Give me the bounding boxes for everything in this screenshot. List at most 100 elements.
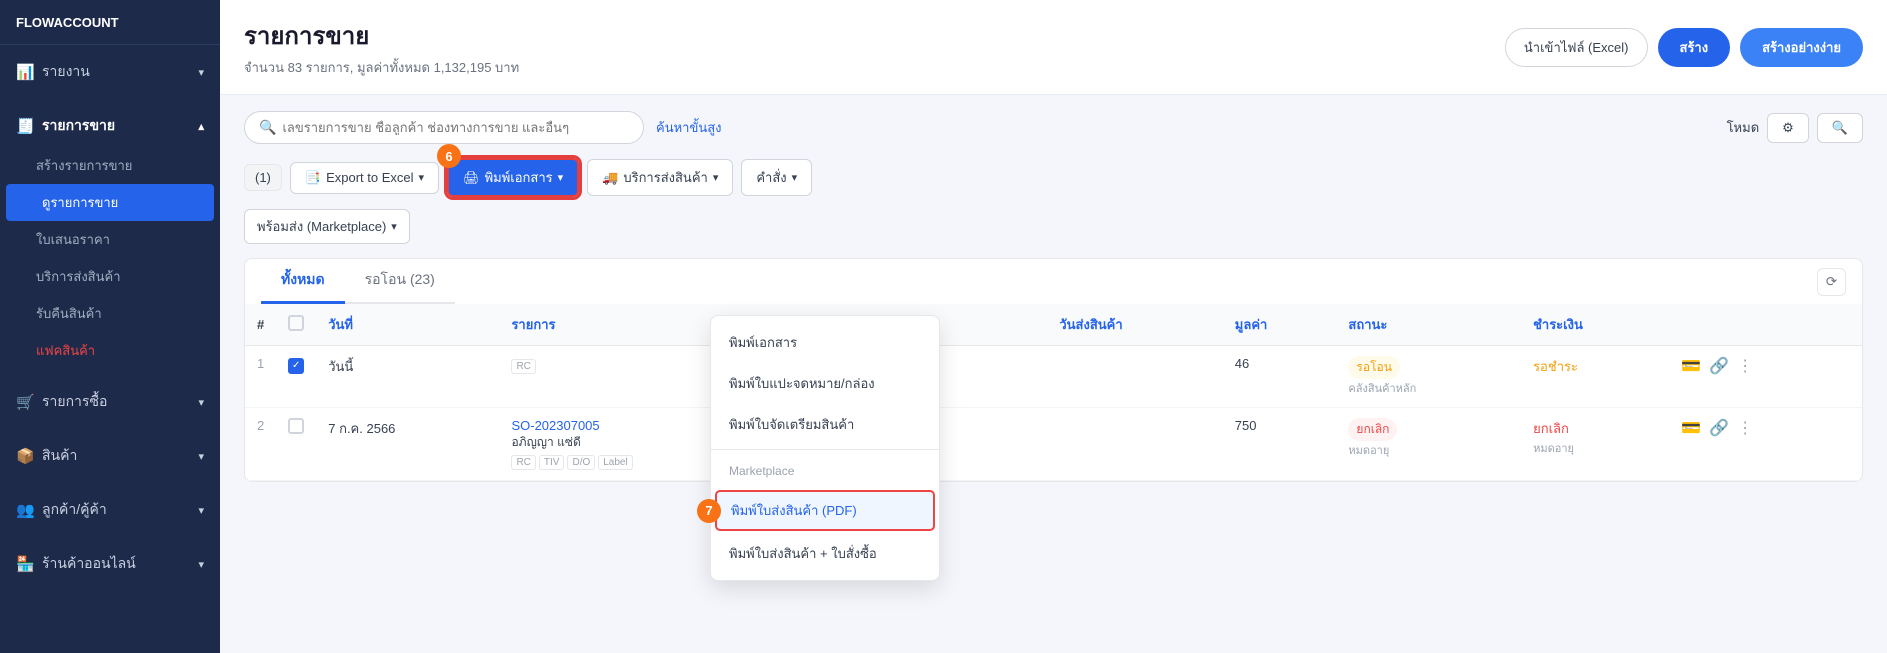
chart-icon: 📊 <box>16 63 34 81</box>
row-2-date: 7 ก.ค. 2566 <box>316 408 499 481</box>
row-2-checkbox[interactable] <box>288 418 304 434</box>
tabs-row: ทั้งหมด รอโอน (23) ⟳ <box>245 259 1862 304</box>
table-row: 1 ✓ วันนี้ RC <box>245 346 1862 408</box>
header-buttons: นำเข้าไฟล์ (Excel) สร้าง สร้างอย่างง่าย <box>1505 28 1863 67</box>
row-1-link-icon: 🔗 <box>1709 356 1729 376</box>
sidebar-item-inventory[interactable]: 📦 สินค้า ▾ <box>0 435 220 477</box>
sidebar-item-purchase[interactable]: 🛒 รายการซื้อ ▾ <box>0 381 220 423</box>
row-2-payment: ยกเลิก หมดอายุ <box>1521 408 1669 481</box>
search-input[interactable] <box>282 120 629 135</box>
cart-icon: 🛒 <box>16 393 34 411</box>
col-date: วันที่ <box>316 304 499 346</box>
sidebar-subitem-return[interactable]: รับคืนสินค้า <box>0 295 220 332</box>
tab-all[interactable]: ทั้งหมด <box>261 259 345 304</box>
step-7-badge: 7 <box>697 499 721 523</box>
dropdown-item-print-box[interactable]: พิมพ์ใบแปะจดหมาย/กล่อง <box>711 363 939 404</box>
row-2-check <box>276 408 316 481</box>
users-icon: 👥 <box>16 501 34 519</box>
row-2-status-badge: ยกเลิก <box>1348 418 1397 441</box>
col-num: # <box>245 304 276 346</box>
filter-icon-button[interactable]: ⚙ <box>1767 113 1809 143</box>
command-button[interactable]: คำสั่ง ▾ <box>741 159 812 196</box>
dropdown-item-print-pick[interactable]: พิมพ์ใบจัดเตรียมสินค้า <box>711 404 939 445</box>
dropdown-item-print-delivery-pdf[interactable]: พิมพ์ใบส่งสินค้า (PDF) <box>715 490 935 531</box>
search-box: 🔍 <box>244 111 644 144</box>
search-mode-button[interactable]: 🔍 <box>1817 113 1863 143</box>
row-1-ship-date <box>1047 346 1222 408</box>
row-2-actions: 💳 🔗 ⋮ <box>1669 408 1862 481</box>
row-2-value: 750 <box>1223 408 1337 481</box>
search-row: 🔍 ค้นหาขั้นสูง โหมด ⚙ 🔍 <box>244 111 1863 144</box>
delivery-dropdown-arrow: ▾ <box>713 171 719 184</box>
truck-icon: 🚚 <box>602 170 618 186</box>
excel-icon: 📑 <box>305 170 321 186</box>
print-document-button[interactable]: 🖨 พิมพ์เอกสาร ▾ <box>447 158 579 197</box>
row-2-tag-tiv: TIV <box>539 455 565 470</box>
sidebar-section-customer: 👥 ลูกค้า/คู้ค้า ▾ <box>0 483 220 537</box>
row-2-num: 2 <box>245 408 276 481</box>
dropdown-item-print-delivery-order[interactable]: พิมพ์ใบส่งสินค้า + ใบสั่งซื้อ <box>711 533 939 574</box>
marketplace-filter[interactable]: พร้อมส่ง (Marketplace) ▾ <box>244 209 410 244</box>
row-2-tag-do: D/O <box>567 455 595 470</box>
row-1-actions: 💳 🔗 ⋮ <box>1669 346 1862 408</box>
sidebar-item-customer[interactable]: 👥 ลูกค้า/คู้ค้า ▾ <box>0 489 220 531</box>
row-1-num: 1 <box>245 346 276 408</box>
row-1-storage: คลังสินค้าหลัก <box>1348 379 1509 397</box>
sidebar-subitem-quotation[interactable]: ใบเสนอราคา <box>0 221 220 258</box>
shop-icon: 🏪 <box>16 555 34 573</box>
sidebar-logo: FLOWACCOUNT <box>0 0 220 45</box>
sidebar-item-report[interactable]: 📊 รายงาน ▾ <box>0 51 220 93</box>
sidebar-section-sales: 🧾 รายการขาย ▴ สร้างรายการขาย ดูรายการขาย… <box>0 99 220 375</box>
page-title-area: รายการขาย จำนวน 83 รายการ, มูลค่าทั้งหมด… <box>244 16 519 78</box>
page-subtitle: จำนวน 83 รายการ, มูลค่าทั้งหมด 1,132,195… <box>244 57 519 78</box>
sidebar-subitem-delivery[interactable]: บริการส่งสินค้า <box>0 258 220 295</box>
sidebar-section-inventory: 📦 สินค้า ▾ <box>0 429 220 483</box>
row-1-status-badge: รอโอน <box>1348 356 1400 379</box>
row-2-tag-rc: RC <box>511 455 535 470</box>
refresh-button[interactable]: ⟳ <box>1817 268 1846 296</box>
selected-count-badge: (1) <box>244 164 282 191</box>
command-dropdown-arrow: ▾ <box>792 171 798 184</box>
advanced-search-link[interactable]: ค้นหาขั้นสูง <box>656 117 722 138</box>
row-2-tag-label: Label <box>598 455 632 470</box>
dropdown-item-print-doc[interactable]: พิมพ์เอกสาร <box>711 322 939 363</box>
row-1-check: ✓ <box>276 346 316 408</box>
export-dropdown-arrow: ▾ <box>419 171 425 184</box>
sidebar-item-sales[interactable]: 🧾 รายการขาย ▴ <box>0 105 220 147</box>
receipt-icon: 🧾 <box>16 117 34 135</box>
chevron-down-icon: ▾ <box>198 66 204 79</box>
filter-label: พร้อมส่ง (Marketplace) <box>257 216 386 237</box>
table-row: 2 7 ก.ค. 2566 SO-202307005 อภิญญา แซ่ดี … <box>245 408 1862 481</box>
row-1-tag-rc: RC <box>511 359 535 374</box>
row-1-more-icon[interactable]: ⋮ <box>1737 356 1753 376</box>
row-2-ship-date <box>1047 408 1222 481</box>
create-easy-button[interactable]: สร้างอย่างง่าย <box>1740 28 1863 67</box>
tabs: ทั้งหมด รอโอน (23) <box>261 259 455 304</box>
tab-pending[interactable]: รอโอน (23) <box>345 259 455 304</box>
dropdown-item-marketplace[interactable]: Marketplace <box>711 454 939 488</box>
sidebar-subitem-product[interactable]: แฟคสินค้า <box>0 332 220 369</box>
table-header: # วันที่ รายการ ช่องทาง วันส่งสินค้า มูล… <box>245 304 1862 346</box>
sidebar-section-online: 🏪 ร้านค้าออนไลน์ ▾ <box>0 537 220 591</box>
row-2-more-icon[interactable]: ⋮ <box>1737 418 1753 438</box>
chevron-up-icon: ▴ <box>198 120 204 133</box>
export-excel-button[interactable]: 📑 Export to Excel ▾ <box>290 162 439 194</box>
row-2-order-link[interactable]: SO-202307005 <box>511 418 599 433</box>
col-ship-date: วันส่งสินค้า <box>1047 304 1222 346</box>
sidebar-item-online-shop[interactable]: 🏪 ร้านค้าออนไลน์ ▾ <box>0 543 220 585</box>
create-button[interactable]: สร้าง <box>1658 28 1731 67</box>
row-1-payment-badge: รอชำระ <box>1533 359 1578 374</box>
row-1-payment: รอชำระ <box>1521 346 1669 408</box>
delivery-service-button[interactable]: 🚚 บริการส่งสินค้า ▾ <box>587 159 733 196</box>
row-1-checkbox[interactable]: ✓ <box>288 358 304 374</box>
sidebar-subitem-create-sale[interactable]: สร้างรายการขาย <box>0 147 220 184</box>
col-value: มูลค่า <box>1223 304 1337 346</box>
sidebar-subitem-view-sale[interactable]: ดูรายการขาย <box>6 184 214 221</box>
col-check <box>276 304 316 346</box>
col-payment: ชำระเงิน <box>1521 304 1669 346</box>
page-header: รายการขาย จำนวน 83 รายการ, มูลค่าทั้งหมด… <box>220 0 1887 95</box>
select-all-checkbox[interactable] <box>288 315 304 331</box>
page-title: รายการขาย <box>244 16 519 55</box>
sales-table: # วันที่ รายการ ช่องทาง วันส่งสินค้า มูล… <box>245 304 1862 481</box>
import-excel-button[interactable]: นำเข้าไฟล์ (Excel) <box>1505 28 1648 67</box>
